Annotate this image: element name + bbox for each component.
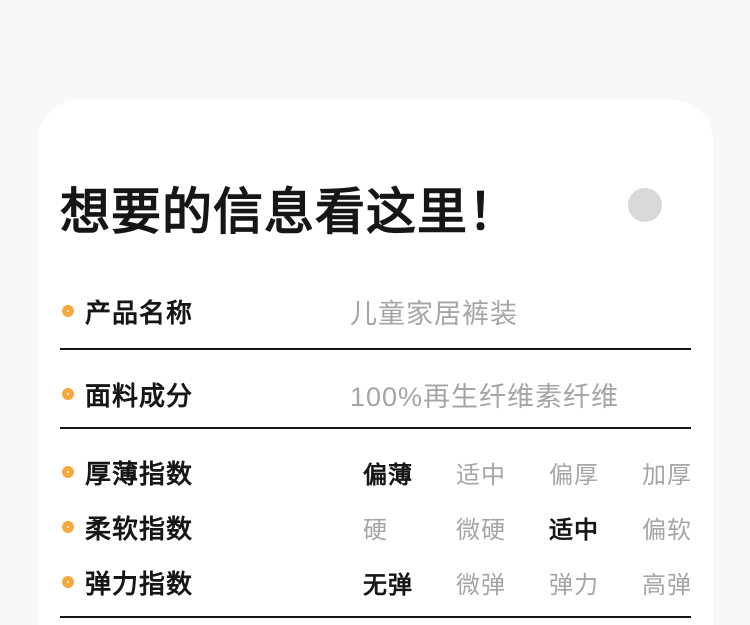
option-scale: 硬 微硬 适中 偏软 [363,510,735,545]
row-label: 面料成分 [85,380,194,411]
option: 适中 [456,461,506,489]
option: 偏软 [642,516,692,544]
bullet-ring-icon [62,576,74,588]
row-softness-index: 柔软指数 硬 微硬 适中 偏软 [60,505,691,549]
row-label: 柔软指数 [85,513,194,544]
divider [60,348,691,350]
divider [60,427,691,429]
option: 无弹 [363,571,413,599]
option: 偏薄 [363,461,413,489]
option: 偏厚 [549,461,599,489]
option: 微弹 [456,571,506,599]
bullet-ring-icon [62,388,74,400]
row-value: 儿童家居裤装 [350,298,518,329]
bullet-ring-icon [62,305,74,317]
page-background: 想要的信息看这里！ 产品名称 儿童家居裤装 面料成分 100%再生纤维素纤维 厚… [0,0,750,625]
option: 适中 [549,516,599,544]
option: 硬 [363,516,388,544]
ring-decoration-icon [628,188,662,222]
option-scale: 无弹 微弹 弹力 高弹 [363,565,735,600]
option: 弹力 [549,571,599,599]
option: 高弹 [642,571,692,599]
row-product-name: 产品名称 儿童家居裤装 [60,289,691,333]
bullet-ring-icon [62,466,74,478]
bullet-ring-icon [62,521,74,533]
divider [60,616,691,618]
option-scale: 偏薄 适中 偏厚 加厚 [363,455,735,490]
option: 微硬 [456,516,506,544]
option: 加厚 [642,461,692,489]
row-value: 100%再生纤维素纤维 [350,381,620,412]
row-elasticity-index: 弹力指数 无弹 微弹 弹力 高弹 [60,560,691,604]
row-label: 厚薄指数 [85,458,194,489]
row-label: 弹力指数 [85,568,194,599]
card-title: 想要的信息看这里！ [60,184,519,240]
row-label: 产品名称 [85,297,194,328]
row-thickness-index: 厚薄指数 偏薄 适中 偏厚 加厚 [60,450,691,494]
product-info-card: 想要的信息看这里！ 产品名称 儿童家居裤装 面料成分 100%再生纤维素纤维 厚… [38,100,713,625]
row-fabric-composition: 面料成分 100%再生纤维素纤维 [60,372,691,416]
